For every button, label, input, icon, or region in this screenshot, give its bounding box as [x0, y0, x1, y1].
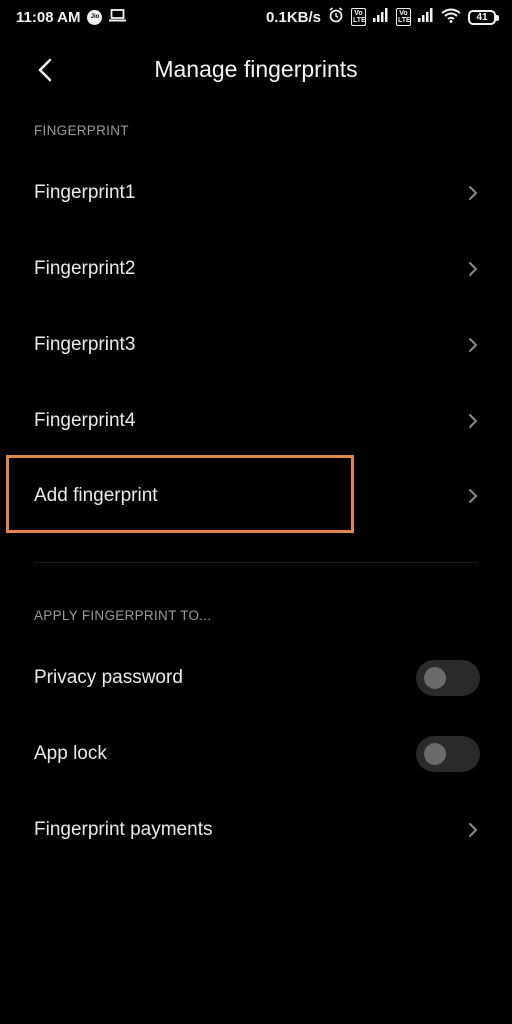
fingerprint-item-label: Fingerprint2: [34, 258, 136, 279]
fingerprint-item-label: Fingerprint3: [34, 334, 136, 355]
fingerprint-item-2[interactable]: Fingerprint2: [0, 233, 512, 305]
page-title: Manage fingerprints: [154, 56, 358, 82]
app-lock-toggle[interactable]: [416, 736, 480, 772]
network-speed: 0.1KB/s: [265, 8, 321, 26]
chevron-right-icon: [466, 411, 480, 431]
chevron-right-icon: [466, 335, 480, 355]
fingerprint-payments-item[interactable]: Fingerprint payments: [0, 794, 512, 866]
privacy-password-item[interactable]: Privacy password: [0, 642, 512, 714]
status-bar: 11:08 AM Jio 0.1KB/s Vo LTE Vo LTE 41: [0, 0, 512, 34]
fingerprint-item-4[interactable]: Fingerprint4: [0, 385, 512, 457]
status-bar-right: 0.1KB/s Vo LTE Vo LTE 41: [265, 7, 499, 27]
volte-icon-1: Vo LTE: [351, 8, 366, 26]
app-lock-label: App lock: [34, 743, 107, 764]
section-header-apply: APPLY FINGERPRINT TO...: [34, 608, 212, 623]
app-lock-item[interactable]: App lock: [0, 718, 512, 790]
privacy-password-toggle[interactable]: [416, 660, 480, 696]
signal-icon-1: [373, 8, 389, 26]
fingerprint-item-label: Fingerprint4: [34, 410, 136, 431]
toggle-knob: [424, 743, 446, 765]
section-header-fingerprint: FINGERPRINT: [34, 123, 129, 138]
fingerprint-item-3[interactable]: Fingerprint3: [0, 309, 512, 381]
fingerprint-payments-label: Fingerprint payments: [34, 819, 213, 840]
chevron-right-icon: [466, 486, 480, 506]
toggle-knob: [424, 667, 446, 689]
chevron-right-icon: [466, 183, 480, 203]
section-divider: [34, 562, 478, 563]
jio-icon: Jio: [87, 9, 103, 25]
add-fingerprint-item[interactable]: Add fingerprint: [0, 460, 512, 532]
battery-icon: 41: [468, 9, 499, 25]
status-time: 11:08 AM: [16, 8, 81, 26]
privacy-password-label: Privacy password: [34, 667, 183, 688]
alarm-icon: [328, 7, 344, 27]
signal-icon-2: [418, 8, 434, 26]
chevron-right-icon: [466, 820, 480, 840]
status-bar-left: 11:08 AM Jio: [16, 8, 127, 26]
fingerprint-item-1[interactable]: Fingerprint1: [0, 157, 512, 229]
volte-icon-2: Vo LTE: [396, 8, 411, 26]
fingerprint-item-label: Fingerprint1: [34, 182, 136, 203]
wifi-icon: [441, 8, 461, 27]
laptop-icon: [109, 8, 127, 26]
manage-fingerprints-screen: 11:08 AM Jio 0.1KB/s Vo LTE Vo LTE 41 Ma…: [0, 0, 512, 1024]
title-bar: Manage fingerprints: [0, 40, 512, 102]
battery-level: 41: [476, 11, 488, 23]
chevron-right-icon: [466, 259, 480, 279]
add-fingerprint-label: Add fingerprint: [34, 485, 158, 506]
